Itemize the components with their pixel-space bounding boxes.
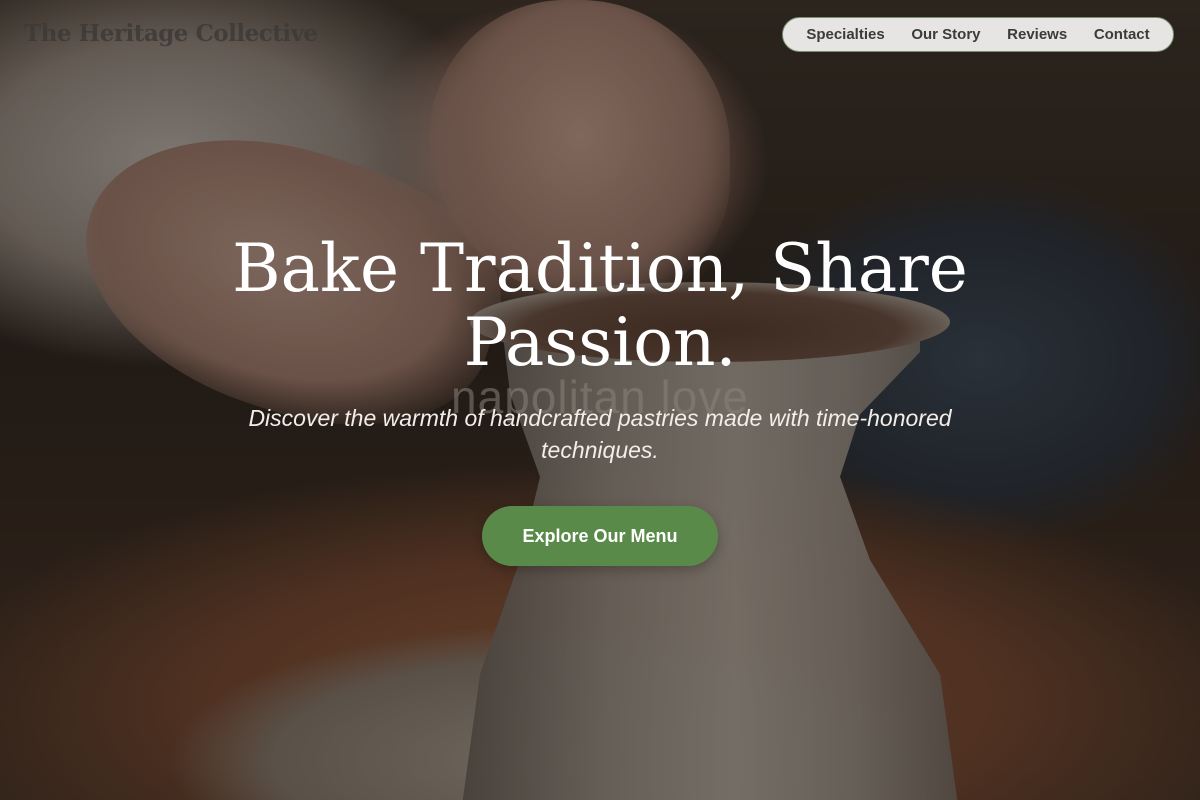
- site-logo[interactable]: The Heritage Collective: [24, 20, 318, 47]
- explore-menu-button[interactable]: Explore Our Menu: [482, 506, 718, 566]
- hero-title: Bake Tradition, Share Passion.: [232, 230, 968, 381]
- main-nav: Specialties Our Story Reviews Contact: [782, 17, 1174, 52]
- nav-link-contact[interactable]: Contact: [1094, 26, 1150, 43]
- nav-link-our-story[interactable]: Our Story: [911, 26, 980, 43]
- hero-subtitle: Discover the warmth of handcrafted pastr…: [248, 405, 952, 463]
- nav-link-specialties[interactable]: Specialties: [806, 26, 884, 43]
- nav-link-reviews[interactable]: Reviews: [1007, 26, 1067, 43]
